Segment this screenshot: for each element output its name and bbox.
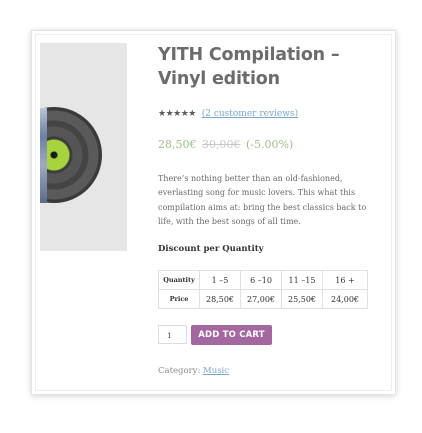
category-link-music[interactable]: Music <box>203 366 229 376</box>
discount-percentage: (-5.00%) <box>246 138 294 151</box>
product-description: There’s nothing better than an old-fashi… <box>158 174 367 226</box>
tier-price-cell: 27,00€ <box>240 289 282 309</box>
original-price: 30,00€ <box>202 138 241 151</box>
tier-price-cell: 25,50€ <box>281 289 323 309</box>
product-price: 28,50€ 30,00€ (-5.00%) <box>158 138 293 151</box>
vinyl-record-icon <box>40 107 102 203</box>
quantity-header: Quantity <box>158 270 200 290</box>
add-to-cart-button[interactable]: ADD TO CART <box>191 325 272 345</box>
category-label: Category: <box>158 366 201 376</box>
quantity-input[interactable]: 1 <box>158 325 187 344</box>
discount-table: Quantity 1 –5 6 –10 11 –15 16 + Price 28… <box>158 270 368 309</box>
tier-price-cell: 24,00€ <box>322 289 368 309</box>
tier-price-cell: 28,50€ <box>199 289 241 309</box>
quantity-range-cell: 1 –5 <box>199 270 241 290</box>
star-rating-icon: ★★★★★ <box>158 109 196 119</box>
current-price: 28,50€ <box>158 138 197 151</box>
quantity-range-cell: 16 + <box>322 270 368 290</box>
discount-table-title: Discount per Quantity <box>158 244 264 254</box>
product-category: Category: Music <box>158 366 229 376</box>
product-card: YITH Compilation – Vinyl edition ★★★★★ (… <box>31 30 396 395</box>
product-image[interactable] <box>40 43 127 251</box>
quantity-row: Quantity 1 –5 6 –10 11 –15 16 + <box>158 270 368 290</box>
quantity-range-cell: 6 –10 <box>240 270 282 290</box>
price-header: Price <box>158 289 200 309</box>
product-title: YITH Compilation – Vinyl edition <box>158 45 340 89</box>
price-row: Price 28,50€ 27,00€ 25,50€ 24,00€ <box>158 289 368 309</box>
quantity-range-cell: 11 –15 <box>281 270 323 290</box>
product-rating: ★★★★★ (2 customer reviews) <box>158 109 298 120</box>
customer-reviews-link[interactable]: (2 customer reviews) <box>202 109 298 119</box>
album-sleeve-edge <box>40 108 47 203</box>
